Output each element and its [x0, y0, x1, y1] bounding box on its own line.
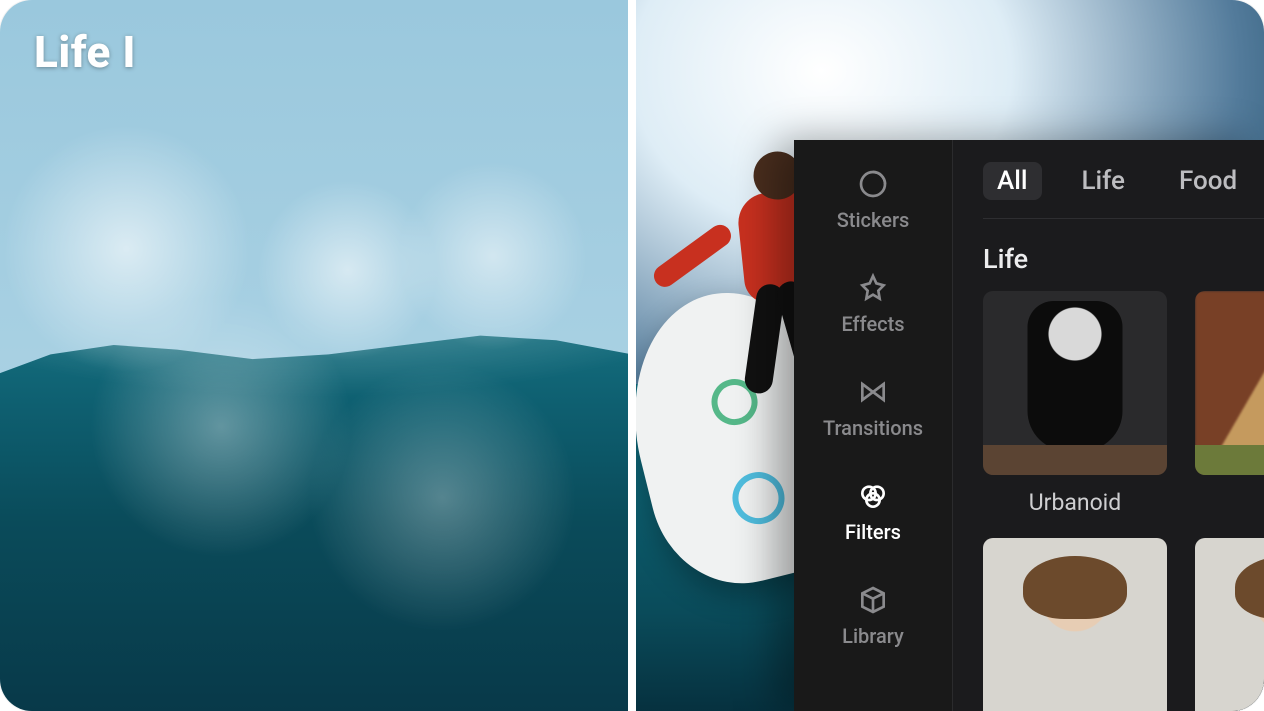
preview-before: [0, 0, 632, 711]
tab-all[interactable]: All: [983, 162, 1042, 200]
sidebar-item-label: Stickers: [837, 208, 910, 232]
filter-grid: Urbanoid Life I: [983, 291, 1264, 516]
filter-caption: Urbanoid: [1029, 489, 1122, 516]
compare-divider[interactable]: [628, 0, 636, 711]
sidebar-item-label: Transitions: [823, 416, 923, 440]
filter-card[interactable]: [1195, 538, 1264, 711]
filter-card-life1[interactable]: Life I: [1195, 291, 1264, 516]
cube-icon: [857, 584, 889, 616]
filter-card[interactable]: [983, 538, 1167, 711]
filter-grid-row2: [983, 538, 1264, 711]
transitions-icon: [857, 376, 889, 408]
filter-thumb: [983, 291, 1167, 475]
sidebar-item-label: Filters: [845, 520, 901, 544]
sidebar-item-library[interactable]: Library: [794, 578, 952, 654]
sidebar-item-stickers[interactable]: Stickers: [794, 162, 952, 238]
filters-icon: [857, 480, 889, 512]
filter-thumb: [1195, 538, 1264, 711]
filter-thumb: [983, 538, 1167, 711]
section-title: Life: [983, 243, 1264, 275]
preview-canvas: Life I Stickers Effects Tra: [0, 0, 1264, 711]
sidebar-item-label: Effects: [841, 312, 904, 336]
star-icon: [857, 272, 889, 304]
sidebar-item-filters[interactable]: Filters: [794, 474, 952, 550]
filter-category-tabs: All Life Food M: [983, 162, 1264, 219]
filter-thumb: [1195, 291, 1264, 475]
filter-card-urbanoid[interactable]: Urbanoid: [983, 291, 1167, 516]
sidebar-item-effects[interactable]: Effects: [794, 266, 952, 342]
tab-life[interactable]: Life: [1068, 162, 1139, 200]
filters-content: All Life Food M Life Urbanoid Life I: [953, 140, 1264, 711]
tab-food[interactable]: Food: [1165, 162, 1251, 200]
sidebar-item-transitions[interactable]: Transitions: [794, 370, 952, 446]
editor-panel: Stickers Effects Transitions: [794, 140, 1264, 711]
tool-sidebar: Stickers Effects Transitions: [794, 140, 953, 711]
sidebar-item-label: Library: [842, 624, 904, 648]
applied-filter-label: Life I: [34, 26, 136, 78]
sticker-icon: [857, 168, 889, 200]
